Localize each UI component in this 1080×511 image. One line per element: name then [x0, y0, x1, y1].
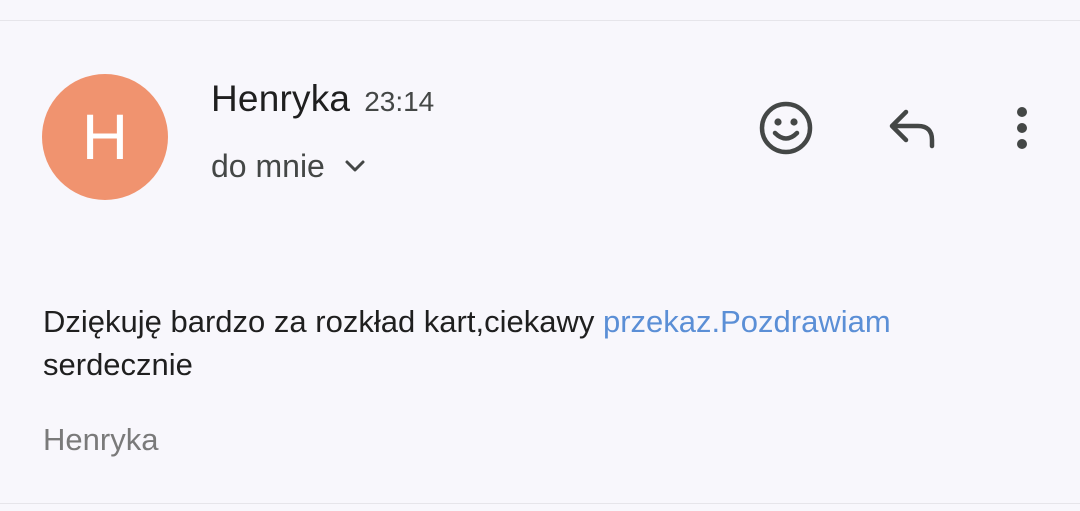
recipient-details-toggle[interactable]: do mnie — [211, 144, 369, 188]
signature: Henryka — [43, 422, 159, 457]
message-time: 23:14 — [364, 86, 435, 117]
reply-button[interactable] — [881, 98, 945, 162]
sender-name[interactable]: Henryka — [211, 78, 350, 120]
smiley-icon — [758, 100, 814, 161]
avatar-letter: H — [81, 101, 129, 173]
top-divider — [0, 20, 1080, 21]
body-link[interactable]: przekaz.Pozdrawiam — [603, 304, 891, 339]
more-options-button[interactable] — [996, 98, 1048, 162]
chevron-down-icon — [341, 152, 369, 180]
bottom-divider — [0, 503, 1080, 504]
avatar[interactable]: H — [42, 74, 168, 200]
add-reaction-button[interactable] — [754, 98, 818, 162]
reply-icon — [886, 106, 940, 155]
body-text-continued: serdecznie — [43, 347, 193, 382]
sender-row: Henryka 23:14 — [211, 78, 434, 124]
message-body: Dziękuję bardzo za rozkład kart,ciekawy … — [43, 300, 1043, 386]
more-vert-icon — [1014, 104, 1030, 157]
body-text: Dziękuję bardzo za rozkład kart,ciekawy — [43, 304, 603, 339]
recipient-label: do mnie — [211, 147, 325, 184]
